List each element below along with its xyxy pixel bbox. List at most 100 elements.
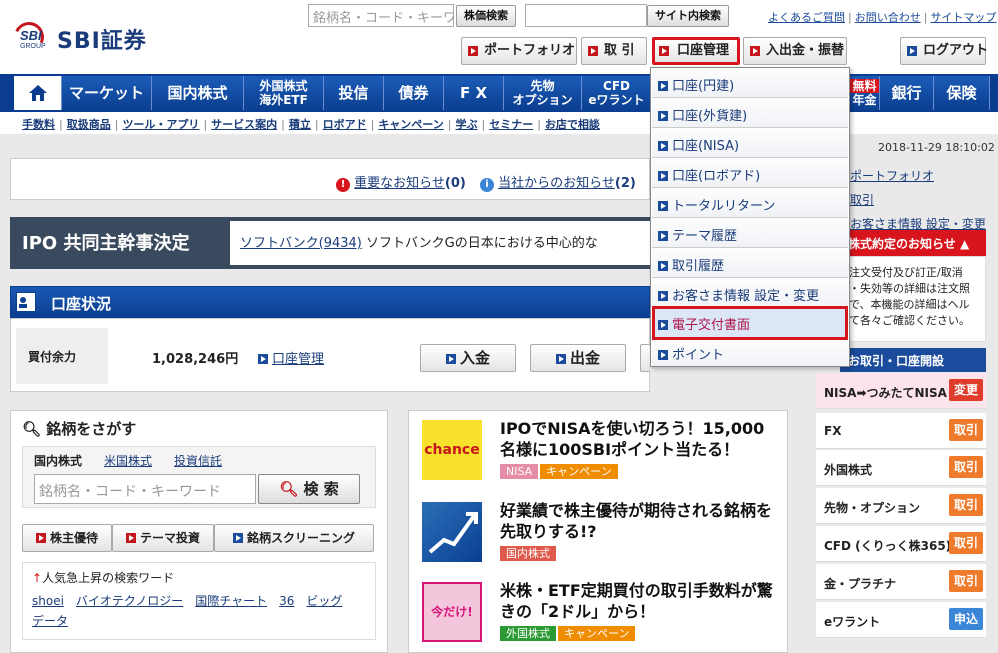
deposit-button[interactable]: 入金 [420, 344, 516, 372]
subnav-saving[interactable]: 積立 [289, 118, 311, 131]
nav-futures-label2: オプション [512, 93, 573, 107]
account-item-ewarrant[interactable]: eワラント 申込 [816, 602, 986, 638]
top-links: よくあるご質問 | お問い合わせ | サイトマップ [768, 11, 997, 24]
account-item-gold[interactable]: 金・プラチナ 取引 [816, 564, 986, 600]
deposit-transfer-button[interactable]: 入出金・振替 [743, 37, 847, 65]
nav-futures[interactable]: 先物 オプション [504, 76, 582, 110]
trade-button[interactable]: 取 引 [581, 37, 647, 65]
nav-bond[interactable]: 債券 [384, 76, 444, 110]
subnav-tools[interactable]: ツール・アプリ [122, 118, 199, 131]
nav-bank[interactable]: 銀行 [880, 76, 934, 110]
chance-thumbnail: chance [422, 420, 482, 480]
stock-notice-line: で、本機能の詳細はヘル [849, 298, 970, 311]
trade-button[interactable]: 取引 [949, 419, 983, 441]
trade-button[interactable]: 取引 [949, 456, 983, 478]
account-item-fx[interactable]: FX 取引 [816, 413, 986, 449]
tab-trust[interactable]: 投資信託 [174, 454, 222, 468]
nav-market[interactable]: マーケット [62, 76, 152, 110]
subnav-campaign[interactable]: キャンペーン [378, 118, 443, 131]
nav-home[interactable] [14, 76, 62, 110]
menu-item-points[interactable]: ポイント [652, 340, 848, 366]
menu-item-trade-history[interactable]: 取引履歴 [652, 248, 848, 278]
account-management-button[interactable]: 口座管理 [652, 37, 740, 65]
account-item-nisa[interactable]: NISA➡つみたてNISA 変更 [816, 373, 986, 409]
news-title[interactable]: 米株・ETF定期買付の取引手数料が驚きの「2ドル」から！ [500, 580, 780, 622]
subnav-learn[interactable]: 学ぶ [455, 118, 477, 131]
right-link-portfolio[interactable]: ポートフォリオ [850, 164, 986, 188]
news-tag: 国内株式 [500, 546, 556, 561]
account-item-cfd[interactable]: CFD (くりっく株365) 取引 [816, 526, 986, 562]
news-item[interactable]: 今だけ! 米株・ETF定期買付の取引手数料が驚きの「2ドル」から！ 外国株式 キャ… [410, 576, 786, 648]
nav-cfd[interactable]: CFD eワラント [582, 76, 652, 110]
menu-item-label: 取引履歴 [672, 259, 725, 274]
menu-item-account-roboad[interactable]: 口座(ロボアド) [652, 158, 848, 188]
portfolio-button[interactable]: ポートフォリオ [461, 37, 577, 65]
trade-button[interactable]: 取引 [949, 570, 983, 592]
subnav-seminar[interactable]: セミナー [489, 118, 533, 131]
account-item-futures[interactable]: 先物・オプション 取引 [816, 488, 986, 524]
news-title[interactable]: 好業績で株主優待が期待される銘柄を先取りする!? [500, 500, 780, 542]
nav-insurance[interactable]: 保険 [934, 76, 990, 110]
stock-search-title: 🔍︎ 銘柄をさがす [22, 418, 136, 439]
stock-notice-header[interactable]: 株式約定のお知らせ ▲ [840, 230, 986, 256]
logout-button[interactable]: ログアウト [900, 37, 988, 65]
menu-item-account-foreign[interactable]: 口座(外貨建) [652, 98, 848, 128]
menu-item-electronic-documents[interactable]: 電子交付書面 [652, 306, 848, 340]
contact-link[interactable]: お問い合わせ [855, 11, 921, 24]
menu-item-total-return[interactable]: トータルリターン [652, 188, 848, 218]
brand-logo[interactable]: SBI証券 [57, 23, 147, 55]
account-management-link[interactable]: 口座管理 [258, 348, 324, 367]
menu-item-theme-history[interactable]: テーマ履歴 [652, 218, 848, 248]
trending-word[interactable]: ビッグ [306, 594, 342, 608]
withdraw-button[interactable]: 出金 [530, 344, 626, 372]
nav-investment-trust[interactable]: 投信 [324, 76, 384, 110]
account-item-foreign-stock[interactable]: 外国株式 取引 [816, 450, 986, 486]
apply-button[interactable]: 申込 [949, 608, 983, 630]
tab-us[interactable]: 米国株式 [104, 454, 152, 468]
buying-power-value: 1,028,246円 [152, 352, 239, 367]
menu-item-customer-info[interactable]: お客さま情報 設定・変更 [652, 278, 848, 308]
account-item-label: CFD (くりっく株365) [824, 539, 952, 553]
nav-foreign-stock[interactable]: 外国株式 海外ETF [244, 76, 324, 110]
nav-fx[interactable]: F X [444, 76, 504, 110]
shareholder-benefits-button[interactable]: 株主優待 [22, 524, 112, 552]
trending-word[interactable]: バイオテクノロジー [76, 594, 183, 608]
extra-button[interactable] [640, 344, 650, 372]
theme-investment-button[interactable]: テーマ投資 [112, 524, 214, 552]
subnav-roboad[interactable]: ロボアド [323, 118, 367, 131]
news-title[interactable]: IPOでNISAを使い切ろう！15,000名様に100SBIポイント当たる！ [500, 418, 780, 460]
nav-pension[interactable]: 無料 年金 [850, 76, 880, 110]
right-link-trade[interactable]: 取引 [850, 188, 986, 212]
account-status-title: 口座状況 [51, 295, 112, 313]
stock-screening-button[interactable]: 銘柄スクリーニング [214, 524, 374, 552]
menu-item-account-yen[interactable]: 口座(円建) [652, 68, 848, 98]
stock-search-input[interactable]: 銘柄名・コード・キーワード [308, 4, 454, 27]
subnav-consult[interactable]: お店で相談 [545, 118, 600, 131]
change-button[interactable]: 変更 [949, 379, 983, 401]
trending-word[interactable]: 国際チャート [195, 594, 267, 608]
site-search-button[interactable]: サイト内検索 [647, 5, 729, 27]
subnav-fees[interactable]: 手数料 [22, 118, 55, 131]
faq-link[interactable]: よくあるご質問 [768, 11, 845, 24]
stock-search-submit[interactable]: 🔍︎ 検 索 [258, 474, 360, 504]
trade-button[interactable]: 取引 [949, 532, 983, 554]
site-search-input[interactable] [525, 4, 647, 27]
news-item[interactable]: chance IPOでNISAを使い切ろう！15,000名様に100SBIポイン… [410, 414, 786, 486]
trending-word[interactable]: shoei [32, 594, 64, 608]
trade-button[interactable]: 取引 [949, 494, 983, 516]
company-notice[interactable]: i 当社からのお知らせ(2) [480, 172, 636, 192]
nav-domestic-stock[interactable]: 国内株式 [152, 76, 244, 110]
stock-keyword-input[interactable]: 銘柄名・コード・キーワード [34, 474, 256, 504]
trending-word[interactable]: データ [32, 614, 68, 628]
important-notice[interactable]: ! 重要なお知らせ(0) [336, 172, 466, 192]
arrow-icon [750, 46, 760, 56]
subnav-products[interactable]: 取扱商品 [67, 118, 111, 131]
ipo-link[interactable]: ソフトバンク(9434) [240, 236, 362, 251]
tab-domestic[interactable]: 国内株式 [34, 454, 82, 468]
stock-search-button[interactable]: 株価検索 [456, 5, 516, 27]
trending-word[interactable]: 36 [279, 594, 294, 608]
news-item[interactable]: 好業績で株主優待が期待される銘柄を先取りする!? 国内株式 [410, 496, 786, 568]
menu-item-account-nisa[interactable]: 口座(NISA) [652, 128, 848, 158]
subnav-services[interactable]: サービス案内 [211, 118, 277, 131]
sitemap-link[interactable]: サイトマップ [930, 11, 996, 24]
